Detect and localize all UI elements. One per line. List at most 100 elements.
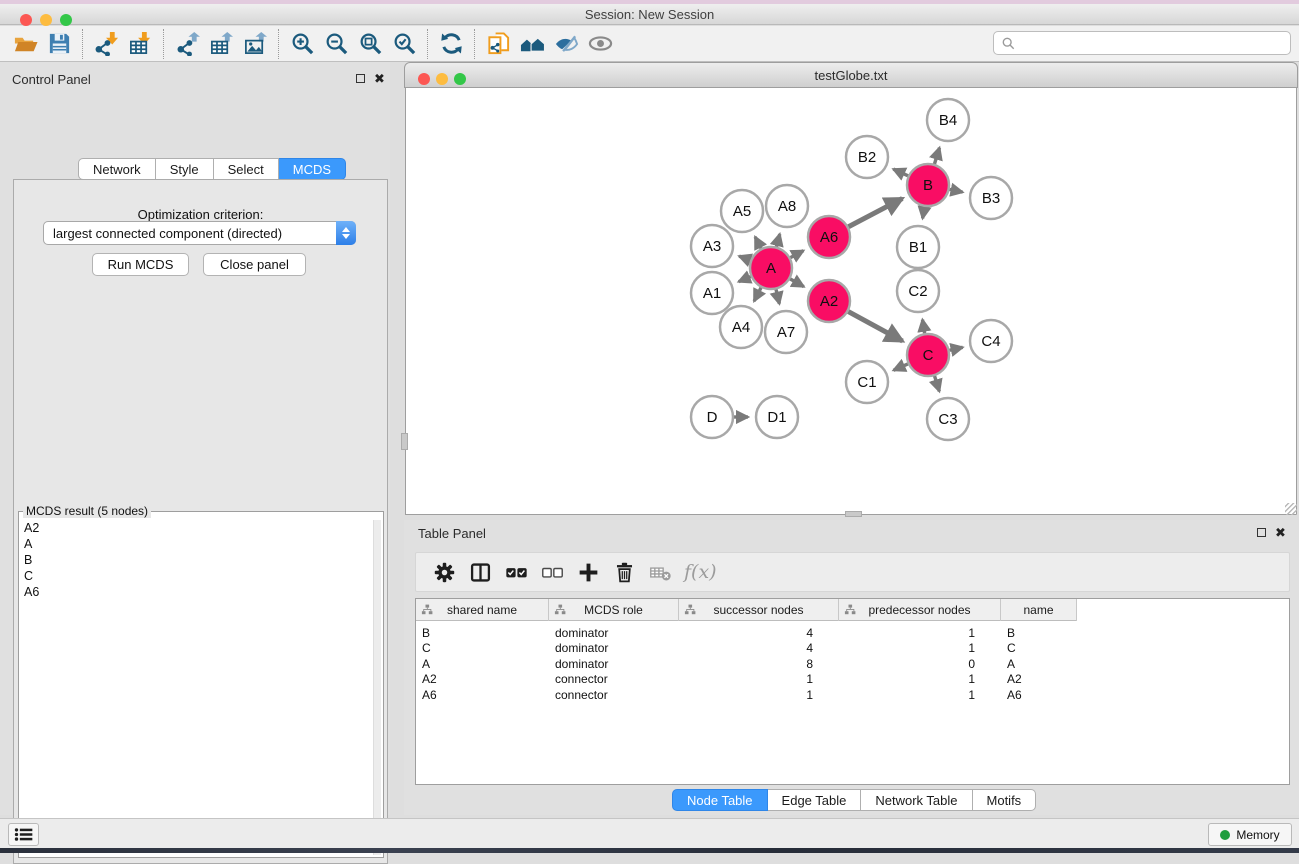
cell-mcds-role[interactable]: dominator xyxy=(549,625,679,641)
tab-node-table[interactable]: Node Table xyxy=(672,789,768,811)
graph-node-C2[interactable]: C2 xyxy=(897,270,939,312)
tab-motifs[interactable]: Motifs xyxy=(973,789,1037,811)
graph-node-A7[interactable]: A7 xyxy=(765,311,807,353)
cell-predecessor-nodes[interactable]: 1 xyxy=(839,672,1001,688)
save-session-button[interactable] xyxy=(42,29,76,59)
scrollbar-stub[interactable] xyxy=(845,511,862,517)
graph-edge-B-B3[interactable] xyxy=(950,189,963,192)
table-row[interactable]: B dominator 4 1 B xyxy=(416,625,1077,641)
close-traffic-light[interactable] xyxy=(20,14,32,26)
mcds-result-list[interactable]: A2 A B C A6 xyxy=(21,520,371,855)
import-network-button[interactable] xyxy=(89,29,123,59)
delete-column-button[interactable] xyxy=(606,556,642,588)
graph-edge-C-C3[interactable] xyxy=(935,376,940,391)
show-columns-button[interactable] xyxy=(462,556,498,588)
tab-network-table[interactable]: Network Table xyxy=(861,789,972,811)
cell-name[interactable]: A xyxy=(1001,656,1077,672)
tab-select[interactable]: Select xyxy=(214,158,279,180)
cell-successor-nodes[interactable]: 8 xyxy=(679,656,839,672)
task-history-button[interactable] xyxy=(8,823,39,846)
list-item[interactable]: A xyxy=(24,536,371,552)
list-item[interactable]: A6 xyxy=(24,584,371,600)
cell-shared-name[interactable]: B xyxy=(416,625,549,641)
graph-node-A3[interactable]: A3 xyxy=(691,225,733,267)
graph-edge-A-A4[interactable] xyxy=(754,288,761,302)
graph-edge-A-A7[interactable] xyxy=(776,289,779,303)
column-header-successor-nodes[interactable]: successor nodes xyxy=(679,599,839,621)
cell-name[interactable]: A2 xyxy=(1001,672,1077,688)
import-table-button[interactable] xyxy=(123,29,157,59)
table-row[interactable]: A2 connector 1 1 A2 xyxy=(416,672,1077,688)
column-header-mcds-role[interactable]: MCDS role xyxy=(549,599,679,621)
cell-mcds-role[interactable]: connector xyxy=(549,687,679,703)
memory-button[interactable]: Memory xyxy=(1208,823,1292,846)
list-item[interactable]: B xyxy=(24,552,371,568)
cell-shared-name[interactable]: A xyxy=(416,656,549,672)
export-table-button[interactable] xyxy=(204,29,238,59)
graph-node-A1[interactable]: A1 xyxy=(691,272,733,314)
graph-edge-A-A6[interactable] xyxy=(790,251,803,258)
graph-edge-A-A5[interactable] xyxy=(755,237,761,249)
graph-node-D1[interactable]: D1 xyxy=(756,396,798,438)
list-item[interactable]: A2 xyxy=(24,520,371,536)
node-table[interactable]: shared name MCDS role successor xyxy=(415,598,1290,785)
minimize-traffic-light[interactable] xyxy=(40,14,52,26)
optimization-criterion-dropdown[interactable]: largest connected component (directed) xyxy=(43,221,356,245)
list-item[interactable]: C xyxy=(24,568,371,584)
graph-node-A4[interactable]: A4 xyxy=(720,306,762,348)
float-panel-icon[interactable] xyxy=(1257,528,1266,537)
home-button[interactable] xyxy=(515,29,549,59)
graph-node-A8[interactable]: A8 xyxy=(766,185,808,227)
graph-node-C4[interactable]: C4 xyxy=(970,320,1012,362)
table-options-button[interactable] xyxy=(426,556,462,588)
graph-edge-A-A3[interactable] xyxy=(739,256,750,260)
cell-shared-name[interactable]: A2 xyxy=(416,672,549,688)
graph-edge-A-A8[interactable] xyxy=(776,234,779,247)
export-network-button[interactable] xyxy=(170,29,204,59)
cell-mcds-role[interactable]: dominator xyxy=(549,656,679,672)
graph-edge-B-B4[interactable] xyxy=(934,148,939,164)
zoom-selected-button[interactable] xyxy=(387,29,421,59)
select-all-columns-button[interactable] xyxy=(498,556,534,588)
cell-predecessor-nodes[interactable]: 0 xyxy=(839,656,1001,672)
graph-edge-A-A1[interactable] xyxy=(739,277,751,282)
hide-graphics-details-button[interactable] xyxy=(549,29,583,59)
graph-edge-A-A2[interactable] xyxy=(790,279,804,287)
cell-shared-name[interactable]: A6 xyxy=(416,687,549,703)
cell-mcds-role[interactable]: connector xyxy=(549,672,679,688)
cell-predecessor-nodes[interactable]: 1 xyxy=(839,641,1001,657)
graph-node-C[interactable]: C xyxy=(907,334,949,376)
table-row[interactable]: A6 connector 1 1 A6 xyxy=(416,687,1077,703)
graph-edge-C-C2[interactable] xyxy=(922,320,924,334)
graph-node-C1[interactable]: C1 xyxy=(846,361,888,403)
float-panel-icon[interactable] xyxy=(356,74,365,83)
cell-predecessor-nodes[interactable]: 1 xyxy=(839,625,1001,641)
graph-node-A5[interactable]: A5 xyxy=(721,190,763,232)
graph-node-A[interactable]: A xyxy=(750,247,792,289)
create-column-button[interactable] xyxy=(570,556,606,588)
table-row[interactable]: A dominator 8 0 A xyxy=(416,656,1077,672)
cell-shared-name[interactable]: C xyxy=(416,641,549,657)
graph-node-A2[interactable]: A2 xyxy=(808,280,850,322)
unselect-all-columns-button[interactable] xyxy=(534,556,570,588)
graph-edge-B-B2[interactable] xyxy=(893,169,908,176)
result-scrollbar-track[interactable] xyxy=(373,520,381,855)
cell-successor-nodes[interactable]: 1 xyxy=(679,687,839,703)
open-file-button[interactable] xyxy=(8,29,42,59)
graph-node-A6[interactable]: A6 xyxy=(808,216,850,258)
graph-edge-C-C1[interactable] xyxy=(894,364,908,370)
resize-grip-icon[interactable] xyxy=(1285,503,1297,515)
zoom-out-button[interactable] xyxy=(319,29,353,59)
column-header-shared-name[interactable]: shared name xyxy=(416,599,549,621)
network-window-titlebar[interactable]: testGlobe.txt xyxy=(404,62,1298,88)
search-box[interactable] xyxy=(993,31,1291,55)
zoom-fit-button[interactable] xyxy=(353,29,387,59)
cell-name[interactable]: B xyxy=(1001,625,1077,641)
network-canvas[interactable]: B4B2BB3A5A8A6B1A3AC2A1A2A4A7C4CC1C3DD1 xyxy=(405,88,1297,515)
column-header-predecessor-nodes[interactable]: predecessor nodes xyxy=(839,599,1001,621)
column-header-name[interactable]: name xyxy=(1001,599,1077,621)
tab-style[interactable]: Style xyxy=(156,158,214,180)
graph-node-B2[interactable]: B2 xyxy=(846,136,888,178)
scrollbar-stub[interactable] xyxy=(401,433,408,450)
tab-mcds[interactable]: MCDS xyxy=(279,158,346,180)
